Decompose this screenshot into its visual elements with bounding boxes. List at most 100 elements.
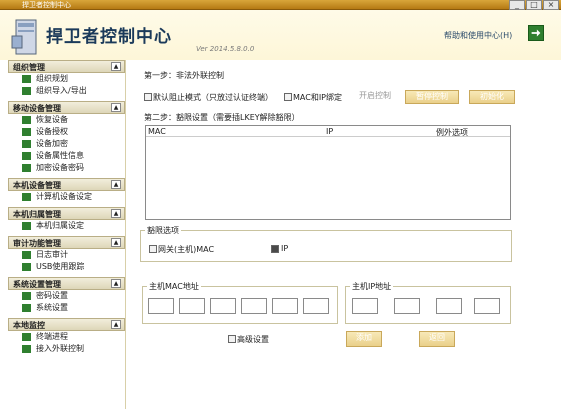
sidebar-item[interactable]: 本机归属设定 (8, 220, 125, 232)
sidebar-item-label: 系统设置 (36, 303, 68, 312)
host-mac-legend: 主机MAC地址 (147, 281, 201, 292)
sidebar-group-title: 移动设备管理 (13, 104, 61, 113)
sidebar-item[interactable]: USB使用跟踪 (8, 261, 125, 273)
ip-octet-4-input[interactable] (474, 298, 500, 314)
mac-octet-5-input[interactable] (272, 298, 298, 314)
sidebar-item-label: 设备授权 (36, 127, 68, 136)
sidebar-group: 本地监控 ▲ 终端进程接入外联控制 (8, 318, 125, 359)
column-mac: MAC (148, 127, 166, 136)
ip-octet-1-input[interactable] (352, 298, 378, 314)
sidebar-item-label: 终端进程 (36, 332, 68, 341)
close-button[interactable]: × (543, 0, 559, 10)
sidebar-item[interactable]: 计算机设备设定 (8, 191, 125, 203)
collapse-icon[interactable]: ▲ (111, 180, 121, 189)
sidebar-group: 审计功能管理 ▲ 日志审计 USB使用跟踪 (8, 236, 125, 277)
sidebar-group-header[interactable]: 系统设置管理 ▲ (8, 277, 125, 290)
arrow-right-icon[interactable] (528, 25, 544, 41)
maximize-button[interactable]: □ (526, 0, 542, 10)
advanced-settings-checkbox[interactable] (228, 335, 236, 343)
default-block-checkbox[interactable] (144, 93, 152, 101)
pause-control-button[interactable]: 暂停控制 (405, 90, 459, 104)
sidebar-group-header[interactable]: 审计功能管理 ▲ (8, 236, 125, 249)
mac-ip-bind-checkbox[interactable] (284, 93, 292, 101)
sidebar-group-header[interactable]: 组织管理 ▲ (8, 60, 125, 73)
sidebar-item-label: 恢复设备 (36, 115, 68, 124)
sidebar-group-title: 本机归属管理 (13, 210, 61, 219)
add-button[interactable]: 添加 (346, 331, 382, 347)
help-center-link[interactable]: 帮助和使用中心(H) (444, 30, 512, 41)
ip-checkbox[interactable] (271, 245, 279, 253)
sidebar-item-label: 接入外联控制 (36, 344, 84, 353)
arrow-icon (22, 193, 31, 201)
ip-octet-3-input[interactable] (436, 298, 462, 314)
sidebar-item[interactable]: 设备授权 (8, 126, 125, 138)
arrow-icon (22, 140, 31, 148)
sidebar-item[interactable]: 设备属性信息 (8, 150, 125, 162)
sidebar-group-header[interactable]: 本地监控 ▲ (8, 318, 125, 331)
sidebar-item[interactable]: 设备加密 (8, 138, 125, 150)
minimize-button[interactable]: _ (509, 0, 525, 10)
arrow-icon (22, 251, 31, 259)
column-ip: IP (326, 127, 334, 136)
arrow-icon (22, 222, 31, 230)
sidebar-item-label: 计算机设备设定 (36, 192, 92, 201)
exempt-table[interactable]: MAC IP 例外选项 (145, 125, 511, 220)
sidebar-group: 本机归属管理 ▲ 本机归属设定 (8, 207, 125, 236)
version-label: Ver 2014.5.8.0.0 (196, 45, 255, 53)
back-button[interactable]: 返回 (419, 331, 455, 347)
sidebar-item[interactable]: 日志审计 (8, 249, 125, 261)
gateway-mac-label: 网关(主机)MAC (158, 245, 215, 254)
mac-octet-6-input[interactable] (303, 298, 329, 314)
sidebar-group-title: 本机设备管理 (13, 181, 61, 190)
collapse-icon[interactable]: ▲ (111, 320, 121, 329)
sidebar-item[interactable]: 组织导入/导出 (8, 85, 125, 97)
sidebar-item[interactable]: 终端进程 (8, 331, 125, 343)
step1-label: 第一步：非法外联控制 (144, 71, 224, 80)
sidebar-group-header[interactable]: 本机归属管理 ▲ (8, 207, 125, 220)
sidebar-group-title: 系统设置管理 (13, 280, 61, 289)
collapse-icon[interactable]: ▲ (111, 238, 121, 247)
start-control-button[interactable]: 开启控制 (356, 90, 394, 104)
sidebar-item[interactable]: 密码设置 (8, 290, 125, 302)
sidebar-group-header[interactable]: 移动设备管理 ▲ (8, 101, 125, 114)
initialize-button[interactable]: 初始化 (469, 90, 515, 104)
sidebar-group-header[interactable]: 本机设备管理 ▲ (8, 178, 125, 191)
sidebar-item[interactable]: 恢复设备 (8, 114, 125, 126)
sidebar-item-label: 日志审计 (36, 250, 68, 259)
mac-octet-3-input[interactable] (210, 298, 236, 314)
sidebar-item[interactable]: 组织规划 (8, 73, 125, 85)
collapse-icon[interactable]: ▲ (111, 62, 121, 71)
collapse-icon[interactable]: ▲ (111, 209, 121, 218)
arrow-icon (22, 345, 31, 353)
ip-octet-2-input[interactable] (394, 298, 420, 314)
sidebar-group: 组织管理 ▲ 组织规划 组织导入/导出 (8, 60, 125, 101)
collapse-icon[interactable]: ▲ (111, 279, 121, 288)
sidebar-group: 移动设备管理 ▲ 恢复设备设备授权设备加密设备属性信息 加密设备密码 (8, 101, 125, 178)
sidebar-item[interactable]: 加密设备密码 (8, 162, 125, 174)
arrow-icon (22, 152, 31, 160)
sidebar-item-label: 加密设备密码 (36, 163, 84, 172)
sidebar-item-label: USB使用跟踪 (36, 262, 85, 271)
mac-octet-2-input[interactable] (179, 298, 205, 314)
host-ip-group: 主机IP地址 (345, 281, 511, 324)
arrow-icon (22, 75, 31, 83)
mac-octet-1-input[interactable] (148, 298, 174, 314)
mac-octet-4-input[interactable] (241, 298, 267, 314)
sidebar-group-title: 审计功能管理 (13, 239, 61, 248)
sidebar-item[interactable]: 系统设置 (8, 302, 125, 314)
window-title: 捍卫者控制中心 (22, 1, 71, 9)
host-ip-legend: 主机IP地址 (350, 281, 394, 292)
sidebar-item-label: 设备加密 (36, 139, 68, 148)
default-block-label: 默认阻止模式（只放过认证终端） (153, 93, 273, 102)
exempt-options-group: 豁限选项 网关(主机)MAC IP (140, 225, 512, 262)
arrow-icon (22, 116, 31, 124)
gateway-mac-checkbox[interactable] (149, 245, 157, 253)
step2-label: 第二步：豁限设置（需要插LKEY解除豁限） (144, 113, 300, 122)
collapse-icon[interactable]: ▲ (111, 103, 121, 112)
sidebar-item[interactable]: 接入外联控制 (8, 343, 125, 355)
arrow-icon (22, 87, 31, 95)
mac-ip-bind-label: MAC和IP绑定 (293, 93, 343, 102)
arrow-icon (22, 128, 31, 136)
main-panel: 第一步：非法外联控制 默认阻止模式（只放过认证终端） MAC和IP绑定 开启控制… (138, 60, 558, 409)
sidebar-item-label: 本机归属设定 (36, 221, 84, 230)
